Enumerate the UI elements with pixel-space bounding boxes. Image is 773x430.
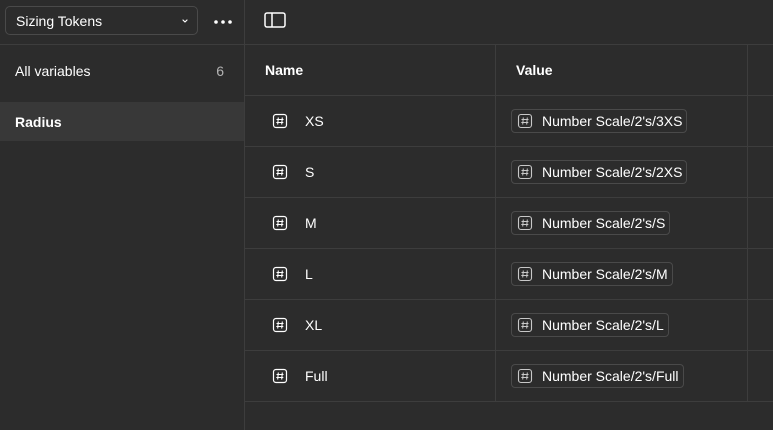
sidebar-toggle-icon [264,11,286,33]
alias-chip[interactable]: Number Scale/2's/S [511,211,671,235]
column-header-spacer [748,45,773,95]
variable-name: S [305,164,315,180]
variable-value-cell[interactable]: Number Scale/2's/M [496,249,748,299]
sidebar-toggle-button[interactable] [263,11,287,33]
number-variable-icon [272,317,288,333]
number-variable-icon [517,164,533,180]
collection-name: Sizing Tokens [16,12,103,29]
alias-label: Number Scale/2's/3XS [542,113,683,129]
variable-name: XL [305,317,323,333]
table-row[interactable]: S Number Scale/2's/2XS [245,147,773,198]
group-item-label: Radius [15,113,62,130]
all-variables-count: 6 [216,63,224,79]
collection-dropdown[interactable]: Sizing Tokens [5,6,198,35]
number-variable-icon [272,113,288,129]
variable-name: Full [305,368,328,384]
column-header-name: Name [245,45,496,95]
variable-name: XS [305,113,324,129]
table-header-row: Name Value [245,45,773,96]
variable-name-cell[interactable]: Full [245,351,496,401]
variable-name-cell[interactable]: XS [245,96,496,146]
more-options-button[interactable] [206,9,240,33]
alias-label: Number Scale/2's/2XS [542,164,683,180]
number-variable-icon [517,113,533,129]
table-row[interactable]: M Number Scale/2's/S [245,198,773,249]
alias-label: Number Scale/2's/Full [542,368,679,384]
variables-table: Name Value XS Number Scale/2's/3XS S Num… [245,45,773,402]
group-item-radius[interactable]: Radius [0,102,244,141]
alias-chip[interactable]: Number Scale/2's/Full [511,364,684,388]
variable-name-cell[interactable]: L [245,249,496,299]
table-row[interactable]: XL Number Scale/2's/L [245,300,773,351]
variable-value-cell[interactable]: Number Scale/2's/S [496,198,748,248]
column-header-value: Value [496,45,748,95]
collection-header: Sizing Tokens [0,0,245,45]
table-row[interactable]: L Number Scale/2's/M [245,249,773,300]
table-row[interactable]: XS Number Scale/2's/3XS [245,96,773,147]
alias-label: Number Scale/2's/M [542,266,668,282]
number-variable-icon [272,164,288,180]
all-variables-item[interactable]: All variables 6 [0,50,244,92]
alias-chip[interactable]: Number Scale/2's/M [511,262,673,286]
variable-value-cell[interactable]: Number Scale/2's/3XS [496,96,748,146]
variable-name-cell[interactable]: XL [245,300,496,350]
main-toolbar [245,0,773,45]
alias-chip[interactable]: Number Scale/2's/L [511,313,669,337]
variable-value-cell[interactable]: Number Scale/2's/L [496,300,748,350]
number-variable-icon [517,266,533,282]
alias-label: Number Scale/2's/L [542,317,664,333]
sidebar: Sizing Tokens All variables 6 Radius [0,0,245,430]
variable-name: M [305,215,317,231]
alias-chip[interactable]: Number Scale/2's/3XS [511,109,688,133]
all-variables-label: All variables [15,63,91,79]
alias-chip[interactable]: Number Scale/2's/2XS [511,160,688,184]
variable-value-cell[interactable]: Number Scale/2's/Full [496,351,748,401]
number-variable-icon [272,215,288,231]
table-row[interactable]: Full Number Scale/2's/Full [245,351,773,402]
variable-name-cell[interactable]: S [245,147,496,197]
number-variable-icon [517,215,533,231]
number-variable-icon [517,317,533,333]
variable-name: L [305,266,313,282]
more-horizontal-icon [212,12,234,30]
number-variable-icon [517,368,533,384]
number-variable-icon [272,368,288,384]
variable-value-cell[interactable]: Number Scale/2's/2XS [496,147,748,197]
alias-label: Number Scale/2's/S [542,215,666,231]
number-variable-icon [272,266,288,282]
variable-name-cell[interactable]: M [245,198,496,248]
chevron-down-icon [173,16,197,26]
